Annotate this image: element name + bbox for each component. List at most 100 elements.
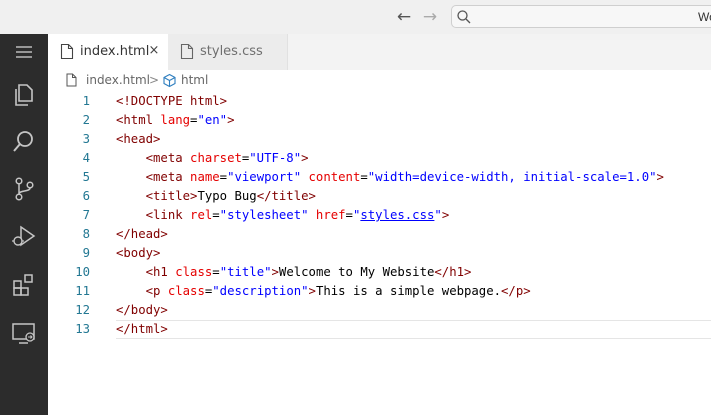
code-line[interactable]: 12 </body> xyxy=(48,301,711,320)
code-text: <html lang="en"> xyxy=(116,111,234,130)
run-debug-icon[interactable] xyxy=(10,222,38,250)
text-token: = xyxy=(219,170,228,184)
code-editor[interactable]: 1 <!DOCTYPE html> 2 <html lang="en"> 3 <head>… xyxy=(48,92,711,415)
forward-arrow-icon[interactable]: → xyxy=(420,6,440,28)
text-token: = xyxy=(360,170,368,184)
text-token: = xyxy=(212,265,220,279)
tab-index-html[interactable]: index.html × xyxy=(48,34,168,70)
string-token: "UTF-8" xyxy=(249,151,302,165)
string-token: "title" xyxy=(219,265,272,279)
search-icon[interactable] xyxy=(10,128,38,156)
code-text: </head> xyxy=(116,225,168,244)
line-number: 5 xyxy=(82,170,90,184)
code-text: <link rel="stylesheet" href="styles.css"… xyxy=(116,206,450,225)
tag-token: > xyxy=(441,208,450,222)
tag-token: </html> xyxy=(116,322,168,336)
line-number: 10 xyxy=(75,265,90,279)
code-text: <!DOCTYPE html> xyxy=(116,92,227,111)
back-arrow-icon[interactable]: ← xyxy=(394,6,414,28)
code-line[interactable]: 10 <h1 class="title">Welcome to My Websi… xyxy=(48,263,711,282)
line-number: 8 xyxy=(82,227,90,241)
text-token: = xyxy=(345,208,353,222)
search-text: Wo xyxy=(698,10,711,24)
attribute-token: class xyxy=(167,284,205,298)
code-line[interactable]: 7 <link rel="stylesheet" href="styles.cs… xyxy=(48,206,711,225)
tag-token: </body> xyxy=(116,303,168,317)
code-text: </html> xyxy=(116,320,168,339)
text-token: Typo Bug xyxy=(197,189,257,203)
code-line[interactable]: 11 <p class="description">This is a simp… xyxy=(48,282,711,301)
code-line[interactable]: 3 <head> xyxy=(48,130,711,149)
attribute-token: href xyxy=(315,208,346,222)
file-icon xyxy=(60,43,74,60)
tab-label: index.html xyxy=(80,44,150,59)
tag-token: </head> xyxy=(116,227,168,241)
attribute-token: content xyxy=(308,170,361,184)
line-number: 3 xyxy=(82,132,90,146)
line-number: 12 xyxy=(75,303,90,317)
code-line[interactable]: 1 <!DOCTYPE html> xyxy=(48,92,711,111)
title-bar: ← → Wo xyxy=(0,0,711,34)
tag-token: <!DOCTYPE html> xyxy=(116,94,228,108)
breadcrumb: index.html > html xyxy=(48,70,711,92)
string-token: "description" xyxy=(212,284,309,298)
source-control-icon[interactable] xyxy=(10,175,38,203)
tag-token: > xyxy=(656,170,664,184)
file-icon xyxy=(180,43,194,60)
symbol-tag-icon xyxy=(163,73,176,88)
explorer-icon[interactable] xyxy=(10,80,38,108)
breadcrumb-file[interactable]: index.html xyxy=(86,73,150,88)
line-number: 6 xyxy=(82,189,90,203)
text-token: Welcome to My Website xyxy=(278,265,435,279)
editor-tab-bar: index.html × styles.css xyxy=(48,34,711,70)
breadcrumb-separator: > xyxy=(149,73,160,87)
breadcrumb-symbol[interactable]: html xyxy=(181,73,208,88)
menu-icon[interactable] xyxy=(10,38,38,66)
tag-token: <head> xyxy=(116,132,161,146)
tag-token: <h1 xyxy=(145,265,176,279)
string-token: " xyxy=(434,208,442,222)
code-line[interactable]: 13 </html> xyxy=(48,320,711,339)
code-line[interactable]: 8 </head> xyxy=(48,225,711,244)
activity-bar xyxy=(0,34,48,415)
attribute-token: class xyxy=(175,265,213,279)
tag-token: > xyxy=(301,151,309,165)
tag-token: > xyxy=(271,265,279,279)
attribute-token: rel xyxy=(190,208,213,222)
command-center-search[interactable]: Wo xyxy=(451,5,711,28)
remote-explorer-icon[interactable] xyxy=(10,319,38,347)
text-token: = xyxy=(212,208,220,222)
tab-styles-css[interactable]: styles.css xyxy=(168,34,288,70)
tag-token: </p> xyxy=(501,284,531,298)
code-line[interactable]: 2 <html lang="en"> xyxy=(48,111,711,130)
tag-token: <title> xyxy=(145,189,198,203)
extensions-icon[interactable] xyxy=(10,271,38,299)
string-token: "viewport" xyxy=(227,170,302,184)
code-line[interactable]: 4 <meta charset="UTF-8"> xyxy=(48,149,711,168)
line-number: 7 xyxy=(82,208,90,222)
code-text: <h1 class="title">Welcome to My Website<… xyxy=(116,263,472,282)
line-number: 11 xyxy=(75,284,90,298)
code-text: <body> xyxy=(116,244,160,263)
code-line[interactable]: 5 <meta name="viewport" content="width=d… xyxy=(48,168,711,187)
code-text: </body> xyxy=(116,301,168,320)
tag-token: > xyxy=(308,284,316,298)
tag-token: </title> xyxy=(256,189,316,203)
code-text: <meta charset="UTF-8"> xyxy=(116,149,309,168)
line-number: 13 xyxy=(75,322,90,336)
code-line[interactable]: 9 <body> xyxy=(48,244,711,263)
line-number: 9 xyxy=(82,246,90,260)
code-text: <title>Typo Bug</title> xyxy=(116,187,316,206)
close-icon[interactable]: × xyxy=(147,43,161,59)
code-line[interactable]: 6 <title>Typo Bug</title> xyxy=(48,187,711,206)
link-token[interactable]: styles.css xyxy=(360,208,434,222)
file-icon xyxy=(66,73,77,87)
search-icon xyxy=(457,10,471,24)
